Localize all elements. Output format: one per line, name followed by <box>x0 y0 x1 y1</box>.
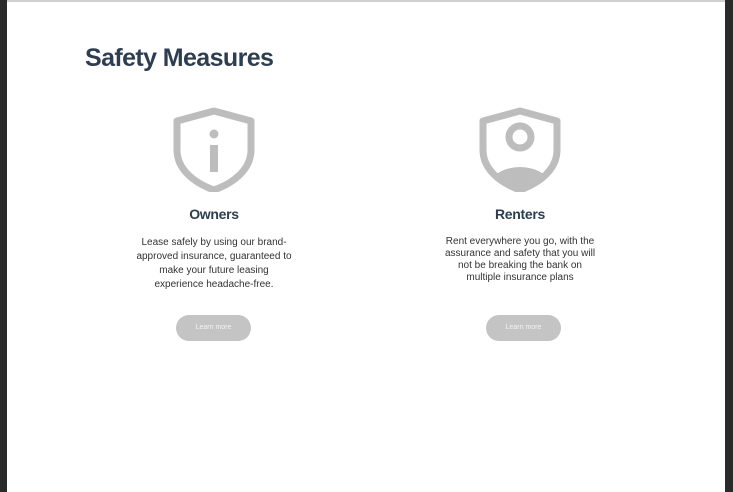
info-shield-icon <box>173 107 255 192</box>
renters-description: Rent everywhere you go, with the assuran… <box>444 236 596 283</box>
owners-card: Owners Lease safely by using our brand-a… <box>114 106 314 292</box>
page-frame: Safety Measures Owners Lease safely by u… <box>7 0 725 492</box>
user-shield-icon <box>479 107 561 192</box>
owners-learn-more-button[interactable]: Learn more <box>176 315 251 341</box>
renters-card: Renters Rent everywhere you go, with the… <box>420 106 620 284</box>
owners-title: Owners <box>189 206 239 222</box>
owners-description: Lease safely by using our brand-approved… <box>136 237 292 290</box>
renters-title: Renters <box>494 206 546 222</box>
renters-learn-more-button[interactable]: Learn more <box>486 315 561 341</box>
page-title: Safety Measures <box>85 44 274 72</box>
